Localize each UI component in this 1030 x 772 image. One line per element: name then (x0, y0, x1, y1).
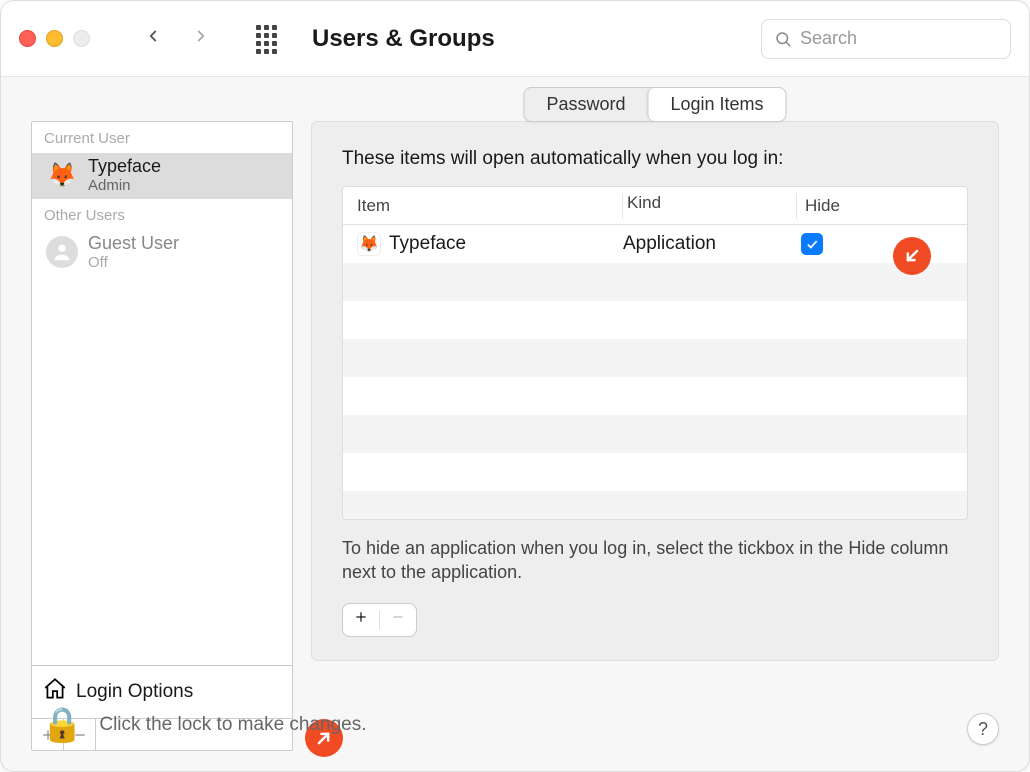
table-row (343, 263, 967, 301)
item-name: Typeface (389, 233, 466, 255)
window-controls (19, 30, 90, 47)
user-list-sidebar: Current User 🦊 Typeface Admin Other User… (31, 121, 293, 751)
table-row (343, 491, 967, 519)
remove-item-button[interactable] (390, 609, 406, 630)
column-header-kind[interactable]: Kind (627, 193, 797, 219)
table-header: Item Kind Hide (343, 187, 967, 225)
annotation-arrow-icon (893, 237, 931, 275)
sidebar-user-current[interactable]: 🦊 Typeface Admin (32, 153, 292, 199)
close-window-button[interactable] (19, 30, 36, 47)
tab-password[interactable]: Password (524, 88, 647, 121)
tab-login-items[interactable]: Login Items (647, 88, 785, 121)
user-name: Typeface (88, 157, 161, 177)
minimize-window-button[interactable] (46, 30, 63, 47)
user-role: Off (88, 254, 179, 271)
toolbar: Users & Groups Search (1, 1, 1029, 77)
table-row (343, 339, 967, 377)
preferences-window: Users & Groups Search Current User 🦊 Typ… (0, 0, 1030, 772)
search-field[interactable]: Search (761, 19, 1011, 59)
app-icon: 🦊 (357, 232, 381, 256)
search-placeholder: Search (800, 28, 857, 49)
user-name: Guest User (88, 234, 179, 254)
table-row (343, 415, 967, 453)
hint-text: To hide an application when you log in, … (342, 536, 968, 585)
login-items-panel: These items will open automatically when… (311, 121, 999, 661)
column-header-hide[interactable]: Hide (797, 196, 867, 216)
current-user-header: Current User (32, 122, 292, 153)
item-kind: Application (623, 233, 793, 255)
login-items-table: Item Kind Hide 🦊 Typeface Application (342, 186, 968, 520)
other-users-header: Other Users (32, 199, 292, 230)
avatar-icon (46, 236, 78, 268)
lock-text: Click the lock to make changes. (99, 714, 366, 736)
table-row (343, 377, 967, 415)
window-title: Users & Groups (312, 25, 495, 53)
avatar-icon: 🦊 (46, 159, 78, 191)
lock-row: 🔒 Click the lock to make changes. (41, 705, 367, 745)
main-panel: Password Login Items These items will op… (311, 121, 999, 751)
table-row (343, 453, 967, 491)
add-item-button[interactable] (353, 609, 369, 630)
lock-icon[interactable]: 🔒 (41, 705, 83, 745)
hide-checkbox[interactable] (801, 233, 823, 255)
user-role: Admin (88, 177, 161, 194)
login-options-label: Login Options (76, 681, 193, 703)
back-button[interactable] (138, 25, 168, 52)
add-remove-items (342, 603, 417, 637)
show-all-icon[interactable] (252, 25, 280, 53)
table-row (343, 301, 967, 339)
help-button[interactable]: ? (967, 713, 999, 745)
tab-bar: Password Login Items (523, 87, 786, 122)
zoom-window-button[interactable] (73, 30, 90, 47)
panel-lead-text: These items will open automatically when… (342, 148, 968, 170)
divider (379, 611, 380, 629)
table-row[interactable]: 🦊 Typeface Application (343, 225, 967, 263)
body: Current User 🦊 Typeface Admin Other User… (1, 77, 1029, 771)
house-icon (42, 676, 68, 708)
column-header-item[interactable]: Item (343, 193, 623, 219)
forward-button[interactable] (186, 25, 216, 52)
sidebar-user-guest[interactable]: Guest User Off (32, 230, 292, 276)
